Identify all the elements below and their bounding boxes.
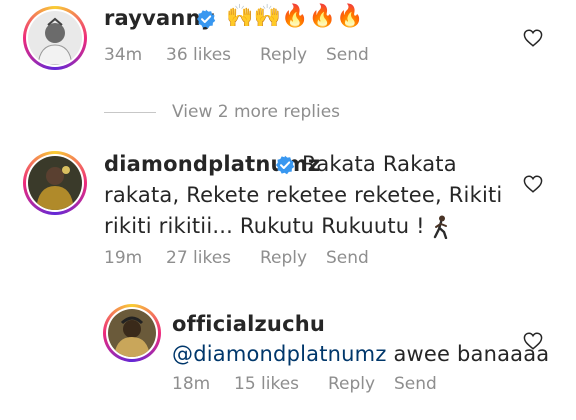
comment-meta: 19m 27 likes Reply Send	[104, 248, 369, 268]
comment-username[interactable]: officialzuchu	[172, 312, 325, 336]
avatar-officialzuchu[interactable]	[103, 304, 161, 362]
comment-time: 34m	[104, 45, 143, 65]
send-button[interactable]: Send	[326, 45, 369, 65]
reply-button[interactable]: Reply	[260, 248, 326, 268]
send-button[interactable]: Send	[394, 374, 437, 394]
comment-meta: 34m 36 likes Reply Send	[104, 45, 369, 65]
comment-time: 18m	[172, 374, 211, 394]
avatar-rayvanny[interactable]	[23, 6, 87, 70]
send-button[interactable]: Send	[326, 248, 369, 268]
comment-emoji-text: 🙌🙌🔥🔥🔥	[226, 4, 364, 29]
verified-badge-icon	[197, 9, 216, 29]
view-more-replies-button[interactable]: View 2 more replies	[172, 102, 340, 122]
replies-divider	[104, 112, 156, 113]
reply-button[interactable]: Reply	[328, 374, 394, 394]
comment-time: 19m	[104, 248, 143, 268]
avatar-diamondplatnumz[interactable]	[23, 151, 87, 215]
comment-meta: 18m 15 likes Reply Send	[172, 374, 437, 394]
likes-count[interactable]: 36 likes	[166, 45, 260, 65]
heart-outline-icon[interactable]	[523, 29, 543, 47]
heart-outline-icon[interactable]	[523, 332, 543, 350]
likes-count[interactable]: 15 likes	[234, 374, 328, 394]
likes-count[interactable]: 27 likes	[166, 248, 260, 268]
verified-badge-icon	[276, 155, 295, 175]
comment-text-line-1: Rakata Rakata	[302, 152, 457, 176]
reply-button[interactable]: Reply	[260, 45, 326, 65]
comment-text-line-3: rikiti rikitii... Rukutu Rukuutu !	[104, 211, 450, 241]
comment-text-line-2: rakata, Rekete reketee reketee, Rikiti	[104, 183, 503, 207]
heart-outline-icon[interactable]	[523, 175, 543, 193]
comment-text: @diamondplatnumz awee banaaaa	[172, 339, 549, 369]
person-walking-icon	[433, 215, 447, 239]
mention-link[interactable]: @diamondplatnumz	[172, 342, 387, 366]
